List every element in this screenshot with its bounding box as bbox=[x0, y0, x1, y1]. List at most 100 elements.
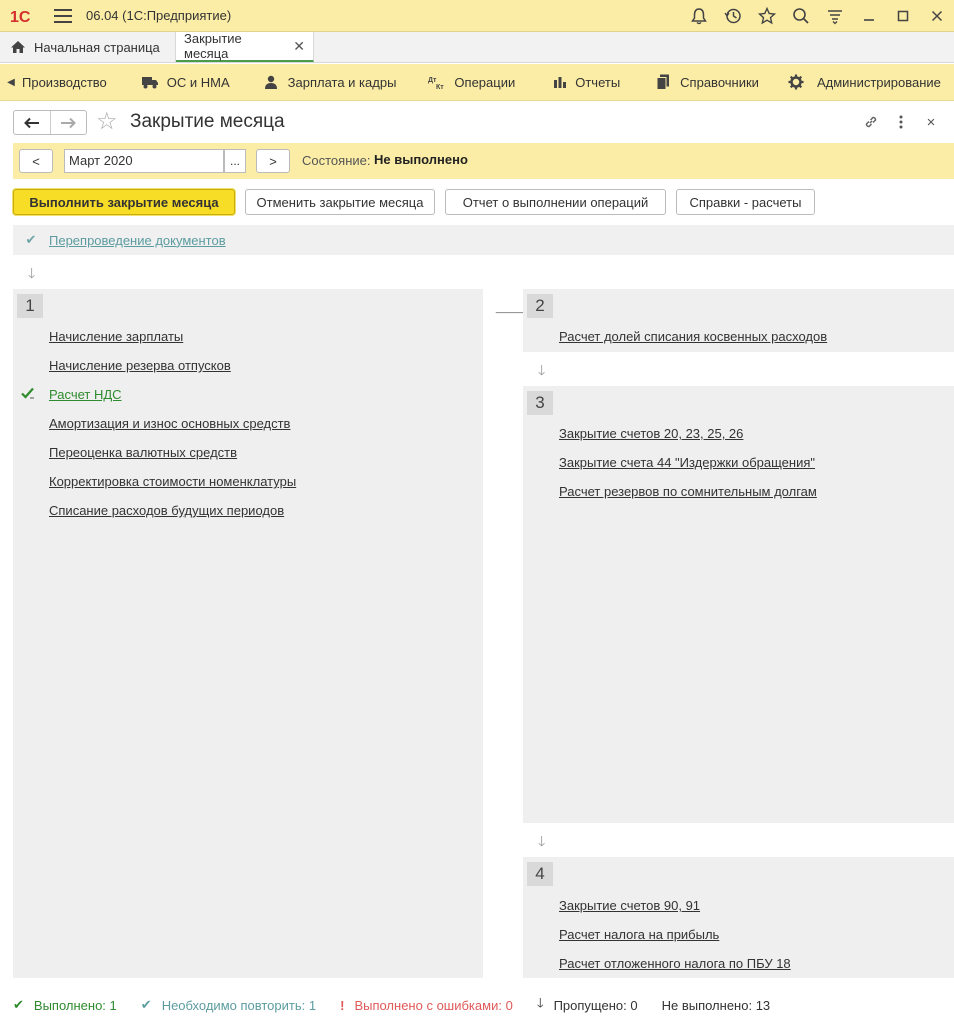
operation-link[interactable]: Закрытие счета 44 "Издержки обращения" bbox=[559, 455, 815, 470]
section-label: Производство bbox=[22, 74, 107, 90]
section-label: Зарплата и кадры bbox=[287, 74, 397, 90]
section-catalogs[interactable]: Справочники bbox=[650, 74, 759, 90]
group-number: 4 bbox=[527, 862, 553, 886]
section-reports[interactable]: Отчеты bbox=[547, 75, 620, 90]
exclamation-icon: ! bbox=[340, 997, 345, 1013]
operation-link[interactable]: Закрытие счетов 90, 91 bbox=[559, 898, 700, 913]
operation-link[interactable]: Корректировка стоимости номенклатуры bbox=[49, 474, 296, 489]
down-arrow-icon: 🡓 bbox=[28, 265, 36, 281]
sections-panel: ◀ Производство ОС и НМА Зарплата и кадры… bbox=[0, 64, 954, 101]
tab-month-closing-label: Закрытие месяца bbox=[184, 31, 242, 61]
state-label: Состояние: bbox=[302, 153, 371, 168]
form-close-button[interactable]: × bbox=[916, 110, 946, 134]
operation-link[interactable]: Переоценка валютных средств bbox=[49, 445, 237, 460]
close-icon[interactable] bbox=[920, 0, 954, 32]
arrow-right-icon bbox=[61, 117, 77, 128]
skip-down-arrow-icon: 🡓 bbox=[536, 995, 544, 1010]
down-arrow-icon: 🡓 bbox=[538, 833, 546, 849]
operation-link[interactable]: Амортизация и износ основных средств bbox=[49, 416, 290, 431]
home-icon bbox=[10, 40, 26, 54]
section-administration[interactable]: Администрирование bbox=[783, 74, 941, 90]
legend-count: 0 bbox=[630, 997, 638, 1013]
section-label: Отчеты bbox=[575, 74, 621, 90]
group-number: 2 bbox=[527, 294, 553, 318]
bar-chart-icon bbox=[547, 75, 573, 89]
tab-close-icon[interactable]: ✕ bbox=[293, 38, 305, 55]
operation-link[interactable]: Расчет НДС bbox=[49, 387, 122, 402]
command-bar: Выполнить закрытие месяца Отменить закры… bbox=[10, 186, 825, 218]
sections-scroll-left-icon[interactable]: ◀ bbox=[0, 64, 22, 101]
prev-period-button[interactable]: < bbox=[19, 149, 53, 173]
favorite-star-icon[interactable]: ☆ bbox=[96, 107, 118, 136]
section-salary[interactable]: Зарплата и кадры bbox=[258, 74, 397, 90]
window-title: 06.04 (1С:Предприятие) bbox=[86, 8, 232, 23]
execute-month-closing-button[interactable]: Выполнить закрытие месяца bbox=[13, 189, 235, 215]
operation-link[interactable]: Начисление зарплаты bbox=[49, 329, 183, 344]
repeat-check-icon: ✔ bbox=[140, 997, 152, 1012]
cancel-month-closing-button[interactable]: Отменить закрытие месяца bbox=[245, 189, 435, 215]
reposting-row: ✔ Перепроведение документов bbox=[13, 225, 954, 255]
history-icon[interactable] bbox=[716, 0, 750, 32]
window-titlebar: 1С 06.04 (1С:Предприятие) bbox=[0, 0, 954, 32]
group-number: 1 bbox=[17, 294, 43, 318]
section-operations[interactable]: Дт Кт Операции bbox=[424, 74, 515, 91]
operation-link[interactable]: Расчет отложенного налога по ПБУ 18 bbox=[559, 956, 791, 971]
tab-month-closing[interactable]: Закрытие месяца ✕ bbox=[176, 31, 314, 62]
operation-link[interactable]: Начисление резерва отпусков bbox=[49, 358, 231, 373]
legend-label: Пропущено: bbox=[553, 997, 627, 1013]
operations-report-button[interactable]: Отчет о выполнении операций bbox=[445, 189, 666, 215]
open-windows-tabs: Начальная страница Закрытие месяца ✕ bbox=[0, 31, 954, 63]
section-fixed-assets[interactable]: ОС и НМА bbox=[137, 75, 230, 90]
operation-link[interactable]: Расчет долей списания косвенных расходов bbox=[559, 329, 827, 344]
gear-icon bbox=[783, 74, 809, 90]
section-label: Администрирование bbox=[816, 74, 941, 90]
done-check-icon: ✔ bbox=[13, 997, 24, 1012]
svg-text:Кт: Кт bbox=[436, 84, 444, 90]
period-input[interactable]: Март 2020 bbox=[64, 149, 224, 173]
status-legend: ✔ Выполнено: 1 ✔ Необходимо повторить: 1… bbox=[13, 994, 794, 1016]
section-production[interactable]: Производство bbox=[22, 75, 107, 90]
down-arrow-icon: 🡓 bbox=[538, 362, 546, 378]
next-period-button[interactable]: > bbox=[256, 149, 290, 173]
main-menu-icon[interactable] bbox=[54, 8, 72, 23]
arrow-left-icon bbox=[23, 117, 39, 128]
bell-icon[interactable] bbox=[682, 0, 716, 32]
star-icon[interactable] bbox=[750, 0, 784, 32]
more-icon[interactable] bbox=[886, 110, 916, 134]
legend-errors: ! Выполнено с ошибками: 0 bbox=[340, 998, 513, 1013]
navigation-buttons bbox=[13, 110, 87, 135]
link-icon[interactable] bbox=[856, 110, 886, 134]
legend-label: Выполнено: bbox=[33, 997, 106, 1013]
maximize-icon[interactable] bbox=[886, 0, 920, 32]
section-label: Справочники bbox=[680, 74, 759, 90]
reposting-documents-link[interactable]: Перепроведение документов bbox=[49, 233, 226, 248]
repeat-check-icon: ✔ bbox=[25, 232, 37, 247]
1c-logo: 1С bbox=[10, 6, 42, 26]
form-header: ☆ Закрытие месяца × bbox=[0, 102, 954, 140]
page-title: Закрытие месяца bbox=[130, 111, 285, 132]
minimize-icon[interactable] bbox=[852, 0, 886, 32]
truck-icon bbox=[137, 75, 163, 89]
svg-text:Дт: Дт bbox=[428, 77, 437, 84]
group-2: 2 Расчет долей списания косвенных расход… bbox=[523, 289, 954, 352]
tab-home-label: Начальная страница bbox=[34, 39, 160, 55]
references-calculations-button[interactable]: Справки - расчеты bbox=[676, 189, 815, 215]
period-bar: < Март 2020 ... > Состояние: Не выполнен… bbox=[13, 143, 954, 179]
legend-label: Необходимо повторить: bbox=[161, 997, 306, 1013]
operation-link[interactable]: Закрытие счетов 20, 23, 25, 26 bbox=[559, 426, 743, 441]
legend-done: ✔ Выполнено: 1 bbox=[13, 997, 117, 1013]
legend-count: 1 bbox=[308, 997, 317, 1013]
forward-button[interactable] bbox=[51, 111, 87, 134]
done-check-icon bbox=[21, 387, 35, 403]
back-button[interactable] bbox=[14, 111, 51, 134]
operation-link[interactable]: Расчет налога на прибыль bbox=[559, 927, 719, 942]
operation-link[interactable]: Расчет резервов по сомнительным долгам bbox=[559, 484, 817, 499]
state-value: Не выполнено bbox=[374, 152, 468, 167]
settings-menu-icon[interactable] bbox=[818, 0, 852, 32]
period-choose-button[interactable]: ... bbox=[224, 149, 246, 173]
search-icon[interactable] bbox=[784, 0, 818, 32]
legend-count: 13 bbox=[755, 997, 771, 1013]
tab-home[interactable]: Начальная страница bbox=[0, 32, 176, 62]
legend-not-done: Не выполнено: 13 bbox=[662, 998, 771, 1013]
operation-link[interactable]: Списание расходов будущих периодов bbox=[49, 503, 284, 518]
